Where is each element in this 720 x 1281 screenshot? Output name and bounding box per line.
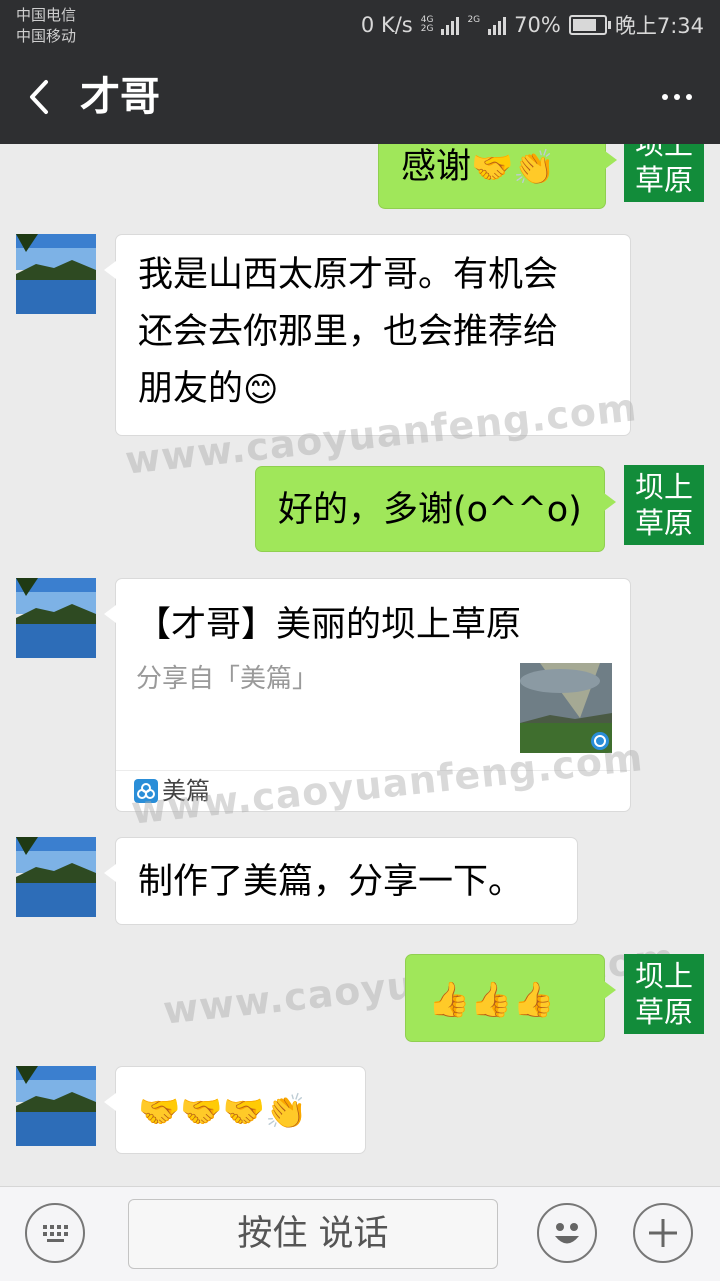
- carrier-info: 中国电信 中国移动: [16, 5, 76, 47]
- lake-landscape-avatar-icon: [16, 1066, 96, 1146]
- keyboard-toggle-button[interactable]: [25, 1203, 85, 1263]
- avatar-contact[interactable]: [16, 837, 96, 917]
- lake-landscape-avatar-icon: [16, 578, 96, 658]
- avatar-self-text-2: 草原: [634, 995, 693, 1029]
- thumbs-up-emoji-icon: 👍: [470, 980, 513, 1020]
- network-type-1: 4G 2G: [420, 15, 434, 34]
- clock: 晚上7:34: [614, 14, 704, 38]
- smile-emoji-icon: 😊: [243, 370, 279, 410]
- avatar-contact[interactable]: [16, 234, 96, 314]
- lake-landscape-avatar-icon: [16, 837, 96, 917]
- chevron-left-icon: [30, 80, 48, 114]
- chat-title: 才哥: [80, 74, 160, 120]
- avatar-self-text-1: 坝上: [634, 470, 693, 504]
- handshake-emoji-icon: 🤝: [180, 1092, 223, 1132]
- avatar-self-text-2: 草原: [634, 163, 693, 197]
- avatar-self-text-1: 坝上: [634, 144, 693, 161]
- battery-icon: [568, 15, 611, 35]
- smiley-face-icon: [555, 1223, 579, 1244]
- thumbs-up-emoji-icon: 👍: [512, 980, 556, 1020]
- chat-header: 才哥: [0, 50, 720, 144]
- link-card-subtitle: 分享自「美篇」: [136, 664, 319, 694]
- message-bubble-sent[interactable]: 👍👍👍: [405, 954, 616, 1042]
- status-indicators: 0 K/s 4G 2G 2G 70% 晚上7:34: [361, 10, 704, 40]
- more-functions-button[interactable]: [633, 1203, 693, 1263]
- network-type-2: 2G: [467, 15, 481, 25]
- handshake-emoji-icon: 🤝: [222, 1092, 266, 1132]
- avatar-contact[interactable]: [16, 578, 96, 658]
- avatar-self-text-2: 草原: [634, 506, 693, 540]
- link-card-title: 【才哥】美丽的坝上草原: [136, 605, 522, 645]
- clap-emoji-icon: 👏: [265, 1092, 308, 1132]
- thumbs-up-emoji-icon: 👍: [428, 980, 471, 1020]
- input-bar: 按住 说话: [0, 1186, 720, 1281]
- signal-icon-2: [488, 15, 507, 35]
- message-list[interactable]: 感谢🤝👏 坝上 草原 我是山西太原才哥。有机会 还会去你那里，也会推荐给 朋友的😊…: [0, 144, 720, 1186]
- lake-landscape-avatar-icon: [16, 234, 96, 314]
- carrier-1: 中国电信: [16, 6, 77, 24]
- message-bubble-received[interactable]: 制作了美篇，分享一下。: [104, 837, 578, 925]
- more-icon: [662, 94, 668, 100]
- signal-icon-1: [441, 15, 460, 35]
- hold-to-talk-button[interactable]: 按住 说话: [128, 1199, 498, 1269]
- emoji-button[interactable]: [537, 1203, 597, 1263]
- status-bar: 中国电信 中国移动 0 K/s 4G 2G 2G 70% 晚上7:34: [0, 0, 720, 50]
- more-options-button[interactable]: [654, 80, 700, 114]
- message-bubble-sent[interactable]: 好的，多谢(o^^o): [255, 466, 616, 552]
- avatar-self-text-1: 坝上: [634, 959, 693, 993]
- battery-percent: 70%: [514, 13, 561, 37]
- avatar-self[interactable]: 坝上 草原: [624, 954, 704, 1034]
- clap-emoji-icon: 👏: [513, 148, 556, 188]
- network-speed: 0 K/s: [360, 13, 413, 37]
- keyboard-icon: [43, 1225, 68, 1242]
- carrier-2: 中国移动: [16, 27, 77, 45]
- back-button[interactable]: [20, 72, 64, 122]
- message-bubble-received[interactable]: 🤝🤝🤝👏: [104, 1066, 366, 1154]
- avatar-self[interactable]: 坝上 草原: [624, 465, 704, 545]
- avatar-contact[interactable]: [16, 1066, 96, 1146]
- avatar-self[interactable]: 坝上 草原: [624, 144, 704, 202]
- message-bubble-sent[interactable]: 感谢🤝👏: [378, 144, 617, 209]
- handshake-emoji-icon: 🤝: [138, 1092, 181, 1132]
- handshake-emoji-icon: 🤝: [471, 148, 514, 188]
- plus-icon: [649, 1219, 677, 1247]
